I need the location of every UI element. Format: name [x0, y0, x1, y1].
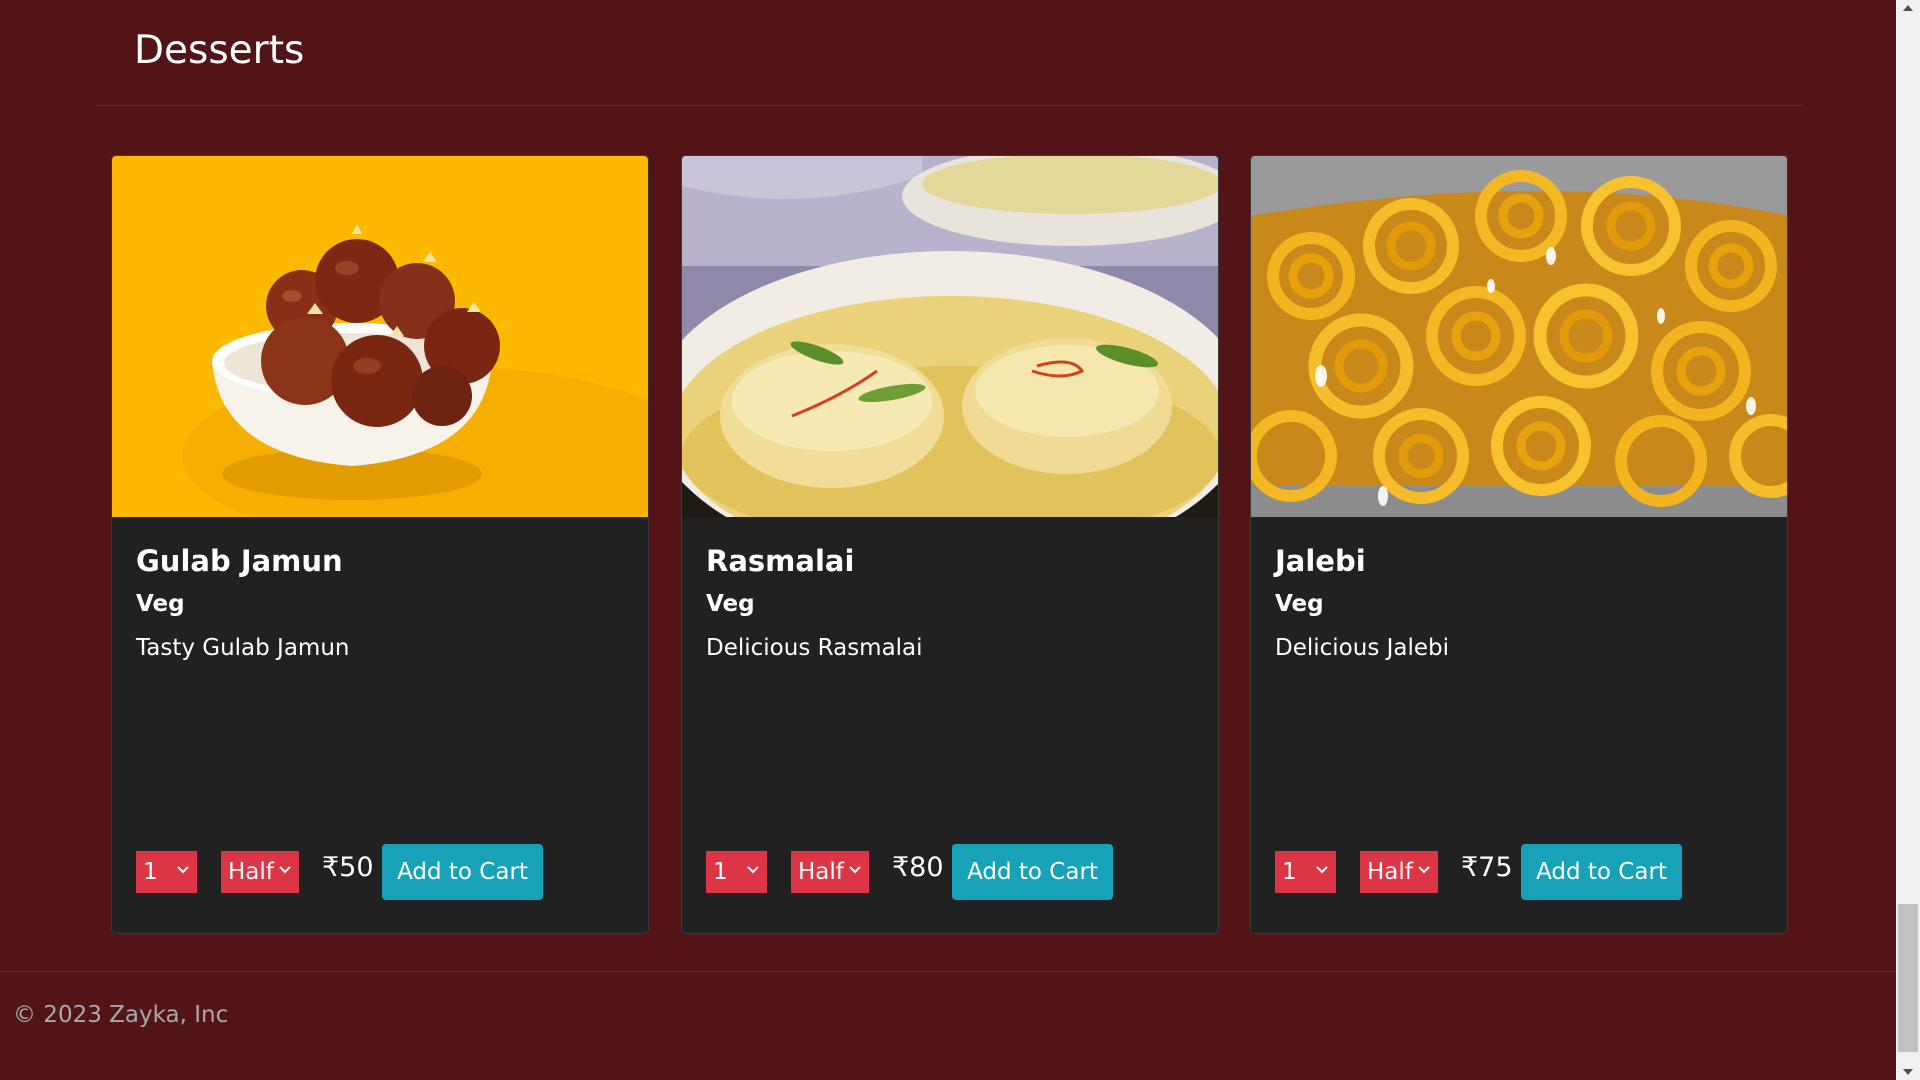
- item-name: Gulab Jamun: [136, 544, 343, 578]
- chevron-down-icon: [1316, 866, 1328, 874]
- jalebi-image: [1251, 156, 1787, 517]
- item-description: Tasty Gulab Jamun: [136, 635, 350, 661]
- chevron-down-icon: [747, 866, 759, 874]
- quantity-value: 1: [1282, 859, 1297, 885]
- size-select[interactable]: Half: [1360, 851, 1438, 893]
- menu-card-jalebi: Jalebi Veg Delicious Jalebi 1 Half ₹75 A…: [1250, 155, 1788, 934]
- item-description: Delicious Jalebi: [1275, 635, 1450, 661]
- chevron-down-icon: [849, 866, 861, 874]
- chevron-down-icon: [279, 866, 291, 874]
- chevron-down-icon: [1418, 866, 1430, 874]
- add-to-cart-button[interactable]: Add to Cart: [1521, 844, 1682, 900]
- scroll-down-arrow-icon[interactable]: [1896, 1062, 1920, 1080]
- size-select[interactable]: Half: [791, 851, 869, 893]
- scrollbar-thumb[interactable]: [1898, 904, 1918, 1052]
- chevron-down-icon: [177, 866, 189, 874]
- item-price: ₹50: [322, 852, 374, 883]
- item-name: Jalebi: [1275, 544, 1366, 578]
- rasmalai-image: [682, 156, 1218, 517]
- item-description: Delicious Rasmalai: [706, 635, 923, 661]
- quantity-select[interactable]: 1: [136, 851, 197, 893]
- add-to-cart-button[interactable]: Add to Cart: [952, 844, 1113, 900]
- menu-card-gulab-jamun: Gulab Jamun Veg Tasty Gulab Jamun 1 Half…: [111, 155, 649, 934]
- item-price: ₹75: [1461, 852, 1513, 883]
- size-value: Half: [1367, 859, 1413, 885]
- section-title: Desserts: [134, 28, 305, 73]
- quantity-select[interactable]: 1: [1275, 851, 1336, 893]
- section-divider: [95, 105, 1802, 106]
- quantity-select[interactable]: 1: [706, 851, 767, 893]
- gulab-jamun-image: [112, 156, 648, 517]
- add-to-cart-button[interactable]: Add to Cart: [382, 844, 543, 900]
- size-value: Half: [798, 859, 844, 885]
- quantity-value: 1: [143, 859, 158, 885]
- item-type: Veg: [136, 591, 185, 617]
- footer-divider: [0, 971, 1896, 972]
- vertical-scrollbar[interactable]: [1896, 0, 1920, 1080]
- size-value: Half: [228, 859, 274, 885]
- menu-page: Desserts Gulab Jamun Veg Tasty Gulab Jam…: [0, 0, 1896, 1080]
- menu-card-rasmalai: Rasmalai Veg Delicious Rasmalai 1 Half ₹…: [681, 155, 1219, 934]
- size-select[interactable]: Half: [221, 851, 299, 893]
- item-name: Rasmalai: [706, 544, 855, 578]
- scroll-up-arrow-icon[interactable]: [1896, 0, 1920, 18]
- footer-copyright: © 2023 Zayka, Inc: [13, 1002, 229, 1028]
- item-type: Veg: [1275, 591, 1324, 617]
- item-price: ₹80: [892, 852, 944, 883]
- quantity-value: 1: [713, 859, 728, 885]
- item-type: Veg: [706, 591, 755, 617]
